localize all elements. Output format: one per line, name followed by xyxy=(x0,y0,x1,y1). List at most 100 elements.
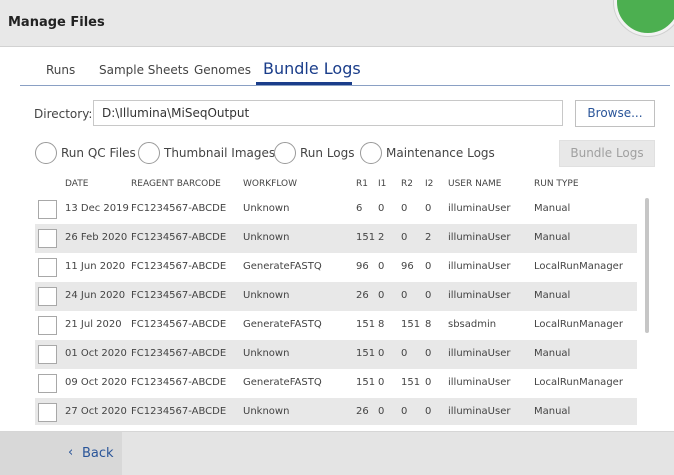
cell-i1: 2 xyxy=(378,232,385,243)
cell-i1: 8 xyxy=(378,319,385,330)
column-header-r1[interactable]: R1 xyxy=(356,179,368,189)
cell-i2: 8 xyxy=(425,319,432,330)
radio-button[interactable] xyxy=(274,142,296,164)
cell-r1: 6 xyxy=(356,203,363,214)
option-label: Thumbnail Images xyxy=(164,146,276,160)
status-indicator xyxy=(614,0,674,36)
row-checkbox[interactable] xyxy=(38,345,57,364)
cell-r1: 96 xyxy=(356,261,369,272)
cell-workflow: GenerateFASTQ xyxy=(243,261,322,272)
bundle-logs-button[interactable]: Bundle Logs xyxy=(559,140,655,167)
cell-r2: 151 xyxy=(401,377,421,388)
browse-button[interactable]: Browse... xyxy=(575,100,655,127)
table-row[interactable]: 21 Jul 2020 FC1234567-ABCDE GenerateFAST… xyxy=(35,311,637,340)
cell-i1: 0 xyxy=(378,203,385,214)
cell-reagent-barcode: FC1234567-ABCDE xyxy=(131,406,227,417)
cell-workflow: Unknown xyxy=(243,290,290,301)
cell-r1: 26 xyxy=(356,290,369,301)
bundle-logs-table: 13 Dec 2019 FC1234567-ABCDE Unknown 6 0 … xyxy=(35,195,637,425)
cell-workflow: GenerateFASTQ xyxy=(243,377,322,388)
cell-i2: 0 xyxy=(425,406,432,417)
table-row[interactable]: 09 Oct 2020 FC1234567-ABCDE GenerateFAST… xyxy=(35,369,637,398)
cell-run-type: Manual xyxy=(534,203,571,214)
back-button[interactable]: ‹ Back xyxy=(0,432,122,475)
cell-i2: 0 xyxy=(425,377,432,388)
cell-r1: 151 xyxy=(356,319,376,330)
cell-r1: 151 xyxy=(356,232,376,243)
radio-button[interactable] xyxy=(360,142,382,164)
cell-i2: 2 xyxy=(425,232,432,243)
cell-i2: 0 xyxy=(425,203,432,214)
row-checkbox[interactable] xyxy=(38,200,57,219)
cell-i1: 0 xyxy=(378,377,385,388)
radio-button[interactable] xyxy=(35,142,57,164)
table-row[interactable]: 27 Oct 2020 FC1234567-ABCDE Unknown 26 0… xyxy=(35,398,637,425)
table-row[interactable]: 24 Jun 2020 FC1234567-ABCDE Unknown 26 0… xyxy=(35,282,637,311)
directory-label: Directory: xyxy=(34,107,93,121)
column-header-user-name[interactable]: USER NAME xyxy=(448,179,501,189)
cell-run-type: LocalRunManager xyxy=(534,377,623,388)
scrollbar-thumb[interactable] xyxy=(645,198,649,333)
cell-reagent-barcode: FC1234567-ABCDE xyxy=(131,377,227,388)
cell-i1: 0 xyxy=(378,348,385,359)
cell-date: 13 Dec 2019 xyxy=(65,203,129,214)
cell-workflow: Unknown xyxy=(243,348,290,359)
cell-r1: 151 xyxy=(356,377,376,388)
cell-reagent-barcode: FC1234567-ABCDE xyxy=(131,232,227,243)
tab-bundle-logs[interactable]: Bundle Logs xyxy=(263,59,361,78)
footer-bar: ‹ Back xyxy=(0,431,674,475)
row-checkbox[interactable] xyxy=(38,316,57,335)
table-row[interactable]: 26 Feb 2020 FC1234567-ABCDE Unknown 151 … xyxy=(35,224,637,253)
column-header-i2[interactable]: I2 xyxy=(425,179,433,189)
cell-date: 21 Jul 2020 xyxy=(65,319,122,330)
row-checkbox[interactable] xyxy=(38,374,57,393)
row-checkbox[interactable] xyxy=(38,287,57,306)
cell-i2: 0 xyxy=(425,348,432,359)
table-row[interactable]: 01 Oct 2020 FC1234567-ABCDE Unknown 151 … xyxy=(35,340,637,369)
cell-r2: 0 xyxy=(401,290,408,301)
table-scrollbar[interactable] xyxy=(643,195,651,425)
directory-input[interactable] xyxy=(93,100,563,126)
cell-user-name: illuminaUser xyxy=(448,232,511,243)
cell-run-type: LocalRunManager xyxy=(534,261,623,272)
column-header-run-type[interactable]: RUN TYPE xyxy=(534,179,579,189)
cell-date: 26 Feb 2020 xyxy=(65,232,128,243)
cell-reagent-barcode: FC1234567-ABCDE xyxy=(131,319,227,330)
cell-r1: 151 xyxy=(356,348,376,359)
table-row[interactable]: 11 Jun 2020 FC1234567-ABCDE GenerateFAST… xyxy=(35,253,637,282)
row-checkbox[interactable] xyxy=(38,229,57,248)
cell-run-type: Manual xyxy=(534,232,571,243)
column-header-date[interactable]: DATE xyxy=(65,179,88,189)
cell-run-type: Manual xyxy=(534,290,571,301)
row-checkbox[interactable] xyxy=(38,403,57,422)
cell-run-type: Manual xyxy=(534,348,571,359)
cell-date: 01 Oct 2020 xyxy=(65,348,127,359)
cell-workflow: Unknown xyxy=(243,203,290,214)
cell-reagent-barcode: FC1234567-ABCDE xyxy=(131,348,227,359)
column-header-reagent-barcode[interactable]: REAGENT BARCODE xyxy=(131,179,221,189)
row-checkbox[interactable] xyxy=(38,258,57,277)
radio-button[interactable] xyxy=(138,142,160,164)
cell-user-name: illuminaUser xyxy=(448,203,511,214)
cell-workflow: Unknown xyxy=(243,232,290,243)
cell-r2: 0 xyxy=(401,232,408,243)
tab-runs[interactable]: Runs xyxy=(46,63,75,77)
cell-reagent-barcode: FC1234567-ABCDE xyxy=(131,203,227,214)
cell-date: 11 Jun 2020 xyxy=(65,261,126,272)
tab-divider xyxy=(20,85,670,86)
cell-user-name: illuminaUser xyxy=(448,406,511,417)
cell-i1: 0 xyxy=(378,261,385,272)
tab-genomes[interactable]: Genomes xyxy=(194,63,251,77)
column-header-r2[interactable]: R2 xyxy=(401,179,413,189)
chevron-left-icon: ‹ xyxy=(68,445,74,460)
cell-r2: 96 xyxy=(401,261,414,272)
cell-user-name: illuminaUser xyxy=(448,290,511,301)
tab-sample-sheets[interactable]: Sample Sheets xyxy=(99,63,189,77)
table-row[interactable]: 13 Dec 2019 FC1234567-ABCDE Unknown 6 0 … xyxy=(35,195,637,224)
column-header-i1[interactable]: I1 xyxy=(378,179,386,189)
window-title: Manage Files xyxy=(8,15,105,30)
cell-r1: 26 xyxy=(356,406,369,417)
column-header-workflow[interactable]: WORKFLOW xyxy=(243,179,297,189)
back-label: Back xyxy=(82,446,114,461)
cell-run-type: LocalRunManager xyxy=(534,319,623,330)
